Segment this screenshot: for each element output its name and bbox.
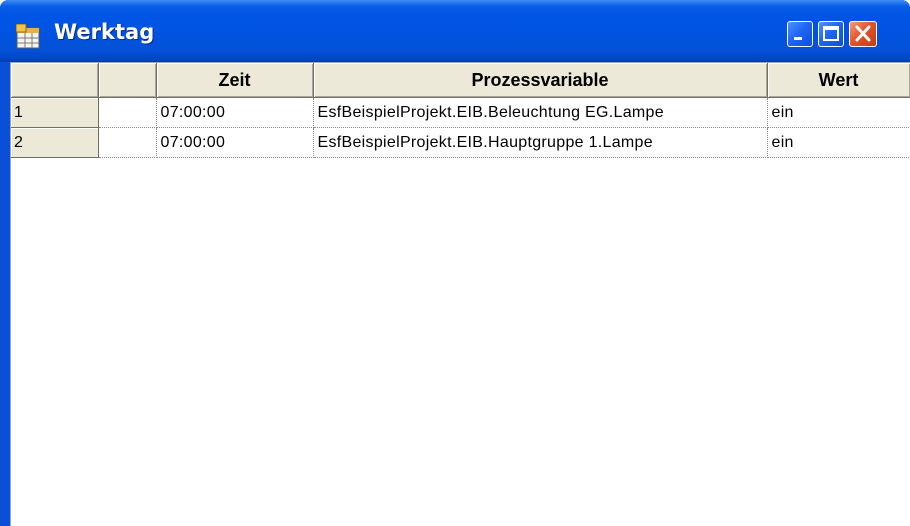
header-zeit[interactable]: Zeit	[156, 63, 314, 98]
cell-wert[interactable]: ein	[767, 97, 910, 128]
close-button[interactable]	[849, 21, 877, 47]
table-row[interactable]: 1 07:00:00 EsfBeispielProjekt.EIB.Beleuc…	[11, 97, 910, 128]
header-prozessvariable[interactable]: Prozessvariable	[313, 63, 768, 98]
schedule-grid[interactable]: Zeit Prozessvariable Wert 1 07:00:00 Esf…	[11, 63, 910, 158]
header-flag[interactable]	[98, 63, 157, 98]
cell-zeit[interactable]: 07:00:00	[156, 97, 314, 128]
maximize-icon	[823, 26, 839, 41]
minimize-icon	[794, 37, 802, 40]
window-title: Werktag	[54, 20, 155, 44]
close-icon	[855, 25, 871, 42]
cell-flag[interactable]	[98, 127, 157, 158]
cell-zeit[interactable]: 07:00:00	[156, 127, 314, 158]
window-werktag: Werktag Zeit Prozessvariable Wert 1 07:0…	[0, 0, 910, 526]
app-table-icon	[15, 23, 42, 50]
cell-prozessvariable[interactable]: EsfBeispielProjekt.EIB.Beleuchtung EG.La…	[313, 97, 768, 128]
title-bar[interactable]: Werktag	[0, 0, 910, 62]
header-corner[interactable]	[11, 63, 99, 98]
cell-flag[interactable]	[98, 97, 157, 128]
row-header[interactable]: 1	[11, 97, 99, 128]
row-header[interactable]: 2	[11, 127, 99, 158]
grid-area[interactable]: Zeit Prozessvariable Wert 1 07:00:00 Esf…	[10, 62, 910, 526]
header-row: Zeit Prozessvariable Wert	[11, 63, 910, 98]
table-row[interactable]: 2 07:00:00 EsfBeispielProjekt.EIB.Hauptg…	[11, 127, 910, 158]
cell-wert[interactable]: ein	[767, 127, 910, 158]
maximize-button[interactable]	[818, 21, 844, 47]
minimize-button[interactable]	[787, 21, 813, 47]
cell-prozessvariable[interactable]: EsfBeispielProjekt.EIB.Hauptgruppe 1.Lam…	[313, 127, 768, 158]
header-wert[interactable]: Wert	[767, 63, 910, 98]
